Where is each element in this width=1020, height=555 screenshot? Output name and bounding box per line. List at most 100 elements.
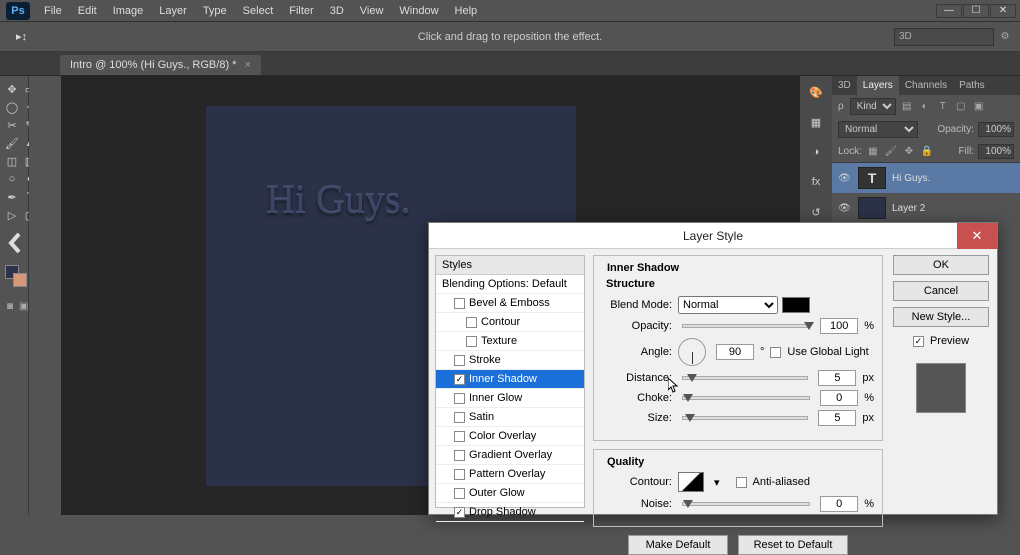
opacity-input[interactable] <box>820 318 858 334</box>
menu-3d[interactable]: 3D <box>322 2 352 20</box>
layer-name[interactable]: Layer 2 <box>892 203 925 214</box>
style-stroke[interactable]: Stroke <box>436 351 584 370</box>
size-slider[interactable] <box>682 416 808 420</box>
window-minimize-button[interactable]: — <box>936 4 962 18</box>
checkbox[interactable] <box>454 431 465 442</box>
eraser-tool-icon[interactable]: ◫ <box>5 154 19 168</box>
tab-layers[interactable]: Layers <box>857 76 899 95</box>
dialog-titlebar[interactable]: Layer Style ✕ <box>429 223 997 249</box>
style-color-overlay[interactable]: Color Overlay <box>436 427 584 446</box>
lock-all-icon[interactable]: 🔒 <box>920 145 934 159</box>
checkbox[interactable] <box>466 336 477 347</box>
checkbox[interactable] <box>466 317 477 328</box>
style-texture[interactable]: Texture <box>436 332 584 351</box>
checkbox[interactable] <box>454 374 465 385</box>
blur-tool-icon[interactable]: ○ <box>5 172 19 186</box>
angle-dial[interactable] <box>678 338 706 366</box>
angle-input[interactable] <box>716 344 754 360</box>
filter-shape-icon[interactable]: ▢ <box>954 100 968 114</box>
quickmask-icon[interactable]: ◙ <box>7 299 13 313</box>
checkbox[interactable] <box>454 412 465 423</box>
opacity-slider[interactable] <box>682 324 810 328</box>
style-pattern-overlay[interactable]: Pattern Overlay <box>436 465 584 484</box>
pen-tool-icon[interactable]: ✒ <box>5 190 19 204</box>
style-inner-glow[interactable]: Inner Glow <box>436 389 584 408</box>
distance-slider[interactable] <box>682 376 808 380</box>
screenmode-icon[interactable]: ▣ <box>19 299 28 313</box>
window-maximize-button[interactable]: ☐ <box>963 4 989 18</box>
checkbox[interactable] <box>454 488 465 499</box>
style-gradient-overlay[interactable]: Gradient Overlay <box>436 446 584 465</box>
kind-filter-dropdown[interactable]: Kind <box>850 98 896 115</box>
lasso-tool-icon[interactable]: ◯ <box>5 100 19 114</box>
preview-checkbox[interactable] <box>913 336 924 347</box>
make-default-button[interactable]: Make Default <box>628 535 728 555</box>
filter-pixel-icon[interactable]: ▤ <box>900 100 914 114</box>
shadow-color-swatch[interactable] <box>782 297 810 313</box>
swatches-panel-icon[interactable]: ▦ <box>806 112 826 132</box>
visibility-icon[interactable]: 👁 <box>838 173 852 184</box>
styles-panel-icon[interactable]: fx <box>806 172 826 192</box>
checkbox[interactable] <box>454 469 465 480</box>
tab-paths[interactable]: Paths <box>953 76 991 95</box>
adjustments-panel-icon[interactable]: ◑ <box>806 142 826 162</box>
menu-type[interactable]: Type <box>195 2 235 20</box>
menu-help[interactable]: Help <box>447 2 486 20</box>
brush-tool-icon[interactable]: 🖌 <box>5 136 19 150</box>
tab-channels[interactable]: Channels <box>899 76 953 95</box>
lock-transparent-icon[interactable]: ▦ <box>866 145 880 159</box>
filter-adjust-icon[interactable]: ◐ <box>918 100 932 114</box>
checkbox[interactable] <box>454 507 465 518</box>
menu-filter[interactable]: Filter <box>281 2 321 20</box>
style-blending-options[interactable]: Blending Options: Default <box>436 275 584 294</box>
style-outer-glow[interactable]: Outer Glow <box>436 484 584 503</box>
menu-image[interactable]: Image <box>105 2 152 20</box>
menu-window[interactable]: Window <box>391 2 446 20</box>
cancel-button[interactable]: Cancel <box>893 281 989 301</box>
ok-button[interactable]: OK <box>893 255 989 275</box>
filter-smart-icon[interactable]: ▣ <box>972 100 986 114</box>
lock-pixels-icon[interactable]: 🖌 <box>884 145 898 159</box>
menu-edit[interactable]: Edit <box>70 2 105 20</box>
menu-layer[interactable]: Layer <box>151 2 195 20</box>
gear-icon[interactable]: ⚙ <box>998 30 1012 44</box>
move-tool-preset-icon[interactable]: ▸↕ <box>8 27 35 46</box>
reset-default-button[interactable]: Reset to Default <box>738 535 848 555</box>
opacity-value[interactable]: 100% <box>978 122 1014 137</box>
menu-view[interactable]: View <box>352 2 392 20</box>
menu-select[interactable]: Select <box>235 2 282 20</box>
document-tab[interactable]: Intro @ 100% (Hi Guys., RGB/8) * × <box>60 55 261 75</box>
blend-mode-dropdown[interactable]: Normal <box>838 121 918 138</box>
noise-slider[interactable] <box>682 502 810 506</box>
window-close-button[interactable]: ✕ <box>990 4 1016 18</box>
layer-name[interactable]: Hi Guys. <box>892 173 930 184</box>
background-swatch[interactable] <box>13 273 27 287</box>
filter-type-icon[interactable]: T <box>936 100 950 114</box>
style-bevel[interactable]: Bevel & Emboss <box>436 294 584 313</box>
checkbox[interactable] <box>454 298 465 309</box>
choke-slider[interactable] <box>682 396 810 400</box>
color-panel-icon[interactable]: 🎨 <box>806 82 826 102</box>
antialiased-checkbox[interactable] <box>736 477 747 488</box>
crop-tool-icon[interactable]: ✂ <box>5 118 19 132</box>
new-style-button[interactable]: New Style... <box>893 307 989 327</box>
distance-input[interactable] <box>818 370 856 386</box>
menu-file[interactable]: File <box>36 2 70 20</box>
blend-mode-select[interactable]: Normal <box>678 296 778 314</box>
contour-picker[interactable] <box>678 472 704 492</box>
style-drop-shadow[interactable]: Drop Shadow <box>436 503 584 522</box>
style-contour[interactable]: Contour <box>436 313 584 332</box>
visibility-icon[interactable]: 👁 <box>838 203 852 214</box>
noise-input[interactable] <box>820 496 858 512</box>
style-inner-shadow[interactable]: Inner Shadow <box>436 370 584 389</box>
move-tool-icon[interactable]: ✥ <box>5 82 19 96</box>
dialog-close-button[interactable]: ✕ <box>957 223 997 249</box>
lock-position-icon[interactable]: ✥ <box>902 145 916 159</box>
history-panel-icon[interactable]: ↺ <box>806 202 826 222</box>
tab-3d[interactable]: 3D <box>832 76 857 95</box>
color-swatches[interactable] <box>1 261 28 291</box>
path-tool-icon[interactable]: ▷ <box>5 208 19 222</box>
checkbox[interactable] <box>454 393 465 404</box>
checkbox[interactable] <box>454 355 465 366</box>
checkbox[interactable] <box>454 450 465 461</box>
